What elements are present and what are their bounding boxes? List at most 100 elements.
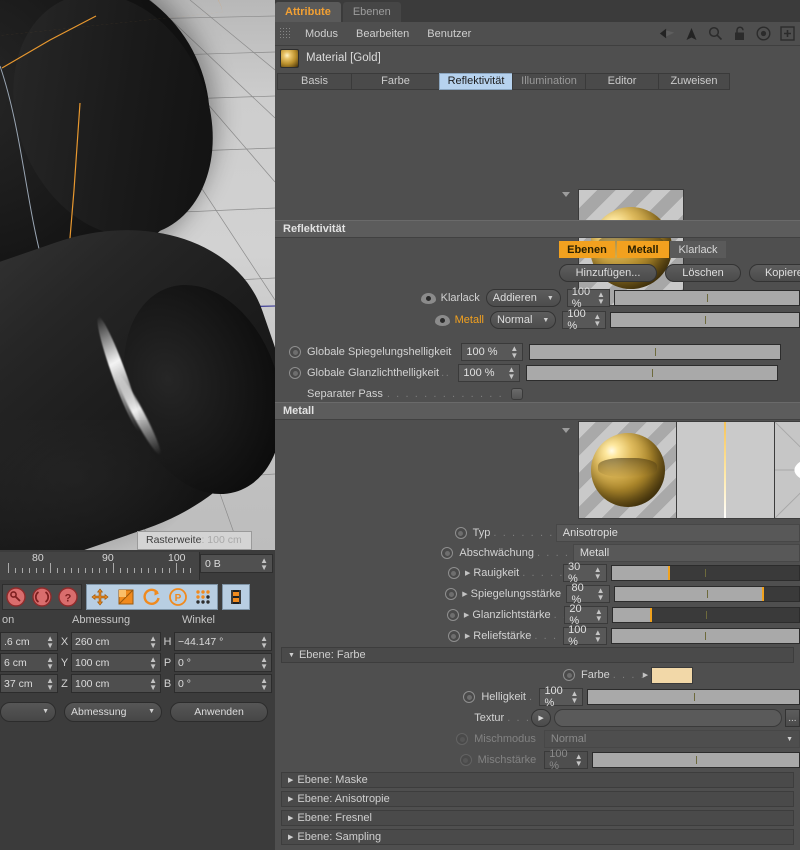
angle-b-field[interactable]: 0 ° ▲ ▼: [174, 674, 272, 693]
glanzlichtstaerke-field[interactable]: 20 % ▲ ▼: [564, 603, 608, 627]
position-z-field[interactable]: 37 cm ▲ ▼: [0, 674, 58, 693]
viewport-3d[interactable]: Rasterweite: 100 cm: [0, 0, 275, 550]
animation-radio-icon[interactable]: [446, 609, 459, 621]
globale-glanzlichthelligkeit-slider[interactable]: [526, 365, 779, 381]
tab-attribute[interactable]: Attribute: [275, 2, 341, 22]
row-glanzlichtstaerke[interactable]: ▶ Glanzlichtstärke . . 20 % ▲▼: [275, 603, 800, 627]
rauigkeit-slider[interactable]: [610, 565, 800, 581]
dimension-x-field[interactable]: 260 cm ▲ ▼: [71, 632, 161, 651]
apply-button[interactable]: Anwenden: [170, 701, 268, 722]
tab-editor[interactable]: Editor: [585, 72, 658, 90]
spinner-icon[interactable]: ▲ ▼: [501, 366, 515, 381]
globale-spiegelungshelligkeit-slider[interactable]: [529, 344, 782, 360]
tab-farbe[interactable]: Farbe: [351, 72, 439, 90]
row-rauigkeit[interactable]: ▶ Rauigkeit . . . . . . . . 30 % ▲▼: [275, 561, 800, 585]
spinner-icon[interactable]: ▲ ▼: [46, 655, 54, 670]
row-helligkeit[interactable]: Helligkeit . . . 100 % ▲▼: [275, 685, 800, 709]
spinner-icon[interactable]: ▲ ▼: [591, 291, 605, 306]
row-globale-glanzlichthelligkeit[interactable]: Globale Glanzlichthelligkeit .. 100 % ▲ ▼: [275, 363, 800, 383]
search-icon[interactable]: [707, 25, 724, 42]
animation-radio-icon[interactable]: [447, 567, 460, 579]
spinner-icon[interactable]: ▲ ▼: [46, 634, 54, 649]
row-abschwaechung[interactable]: Abschwächung . . . . . Metall: [275, 543, 800, 563]
spinner-icon[interactable]: ▲ ▼: [504, 345, 518, 360]
group-ebene-farbe[interactable]: ▼ Ebene: Farbe: [281, 647, 794, 663]
unlock-icon[interactable]: [731, 25, 748, 42]
toolbar-group-tools[interactable]: P: [86, 584, 218, 610]
group-ebene-fresnel[interactable]: ▶ Ebene: Fresnel: [281, 810, 794, 826]
typ-dropdown[interactable]: Anisotropie: [555, 524, 800, 542]
farbe-color-swatch[interactable]: [651, 666, 694, 684]
glanzlichtstaerke-slider[interactable]: [611, 607, 800, 623]
spinner-icon[interactable]: ▲ ▼: [591, 587, 605, 602]
row-spiegelungsstaerke[interactable]: ▶ Spiegelungsstärke 80 % ▲ ▼: [275, 582, 800, 606]
visibility-eye-icon[interactable]: [434, 314, 450, 326]
textur-field[interactable]: [554, 709, 782, 727]
menu-bar[interactable]: Modus Bearbeiten Benutzer: [275, 22, 800, 46]
size-mode-dropdown[interactable]: Abmessung ▼: [64, 701, 162, 722]
animation-radio-icon[interactable]: [445, 588, 458, 600]
property-tab-bar[interactable]: Basis Farbe Reflektivität Illumination E…: [277, 72, 798, 90]
expand-triangle-icon[interactable]: ▶: [464, 611, 469, 619]
globale-glanzlichthelligkeit-field[interactable]: 100 % ▲ ▼: [458, 364, 521, 382]
key-icon[interactable]: [3, 584, 29, 610]
rotate-icon[interactable]: [29, 584, 55, 610]
globale-spiegelungshelligkeit-field[interactable]: 100 % ▲ ▼: [461, 343, 524, 361]
angle-p-field[interactable]: 0 ° ▲ ▼: [174, 653, 272, 672]
mode-button-ebenen[interactable]: Ebenen: [559, 241, 615, 258]
tab-reflektivitat[interactable]: Reflektivität: [439, 72, 512, 90]
spinner-icon[interactable]: ▲ ▼: [589, 608, 603, 623]
toolbar-group-modes[interactable]: ?: [2, 584, 82, 610]
animation-radio-icon[interactable]: [563, 669, 575, 681]
anisotropy-streak-preview[interactable]: [676, 421, 775, 519]
row-textur[interactable]: Textur . . . . . ▶ ...: [275, 708, 800, 728]
spinner-icon[interactable]: ▲ ▼: [588, 566, 602, 581]
spinner-icon[interactable]: ▲ ▼: [588, 629, 602, 644]
helligkeit-field[interactable]: 100 % ▲ ▼: [539, 685, 584, 709]
mode-button-metall[interactable]: Metall: [617, 241, 669, 258]
animation-radio-icon[interactable]: [463, 691, 476, 703]
layer-klarlack-slider[interactable]: [613, 290, 800, 306]
plus-box-icon[interactable]: [779, 25, 796, 42]
window-tab-strip[interactable]: Attribute Ebenen: [275, 0, 800, 22]
back-arrow-icon[interactable]: [659, 25, 676, 42]
animation-radio-icon[interactable]: [454, 527, 467, 539]
spinner-icon[interactable]: ▲ ▼: [587, 313, 601, 328]
row-globale-spiegelungshelligkeit[interactable]: Globale Spiegelungshelligkeit 100 % ▲ ▼: [275, 342, 800, 362]
move-icon[interactable]: [87, 584, 113, 610]
layer-row-metall[interactable]: Metall Normal ▼ 100 % ▲ ▼: [275, 308, 800, 332]
helligkeit-slider[interactable]: [587, 689, 800, 705]
spinner-icon[interactable]: ▲ ▼: [565, 690, 579, 705]
parameter-icon[interactable]: P: [165, 584, 191, 610]
spinner-icon[interactable]: ▲ ▼: [260, 556, 268, 571]
row-mischstaerke[interactable]: Mischstärke 100 % ▲ ▼: [275, 748, 800, 772]
reliefstaerke-field[interactable]: 100 % ▲ ▼: [563, 624, 607, 648]
group-ebene-maske[interactable]: ▶ Ebene: Maske: [281, 772, 794, 788]
spinner-icon[interactable]: ▲ ▼: [260, 676, 268, 691]
coord-mode-dropdown[interactable]: ▼: [0, 701, 56, 722]
layer-klarlack-blend-dropdown[interactable]: Addieren ▼: [485, 289, 561, 307]
dimension-z-field[interactable]: 100 cm ▲ ▼: [71, 674, 161, 693]
delete-layer-button[interactable]: Löschen: [665, 264, 741, 282]
attribute-manager[interactable]: Attribute Ebenen Modus Bearbeiten Benutz…: [275, 0, 800, 850]
timeline-ruler-bar[interactable]: 80 90 100 0 B ▲ ▼: [0, 550, 275, 582]
drag-grip-icon[interactable]: [279, 27, 292, 40]
layer-metall-slider[interactable]: [610, 312, 800, 328]
target-icon[interactable]: [755, 25, 772, 42]
reliefstaerke-slider[interactable]: [610, 628, 800, 644]
spiegelungsstaerke-slider[interactable]: [613, 586, 800, 602]
toolbar-group-render[interactable]: [222, 584, 250, 610]
spiegelungsstaerke-field[interactable]: 80 % ▲ ▼: [566, 582, 610, 606]
film-icon[interactable]: [223, 584, 249, 610]
row-farbe[interactable]: Farbe . . . . ▶: [275, 665, 800, 685]
spinner-icon[interactable]: ▲ ▼: [46, 676, 54, 691]
group-ebene-anisotropie[interactable]: ▶ Ebene: Anisotropie: [281, 791, 794, 807]
scale-icon[interactable]: [113, 584, 139, 610]
collapse-triangle-icon[interactable]: [562, 192, 570, 197]
visibility-eye-icon[interactable]: [420, 292, 436, 304]
spinner-icon[interactable]: ▲ ▼: [149, 676, 157, 691]
expand-triangle-icon[interactable]: ▶: [465, 632, 470, 640]
rauigkeit-field[interactable]: 30 % ▲ ▼: [563, 561, 607, 585]
spinner-icon[interactable]: ▲ ▼: [260, 655, 268, 670]
spinner-icon[interactable]: ▲ ▼: [149, 634, 157, 649]
